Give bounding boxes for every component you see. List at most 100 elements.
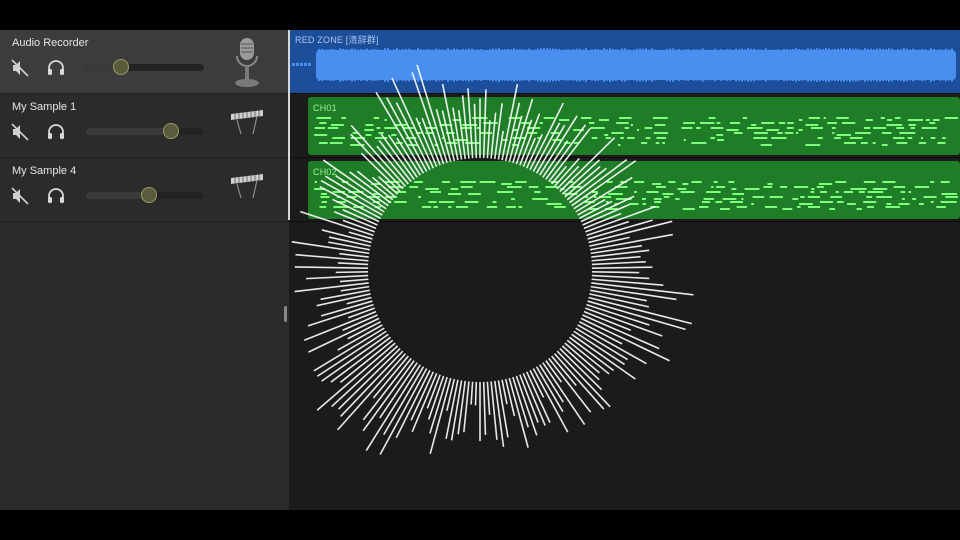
- volume-slider[interactable]: [86, 59, 204, 75]
- midi-note: [677, 188, 687, 190]
- waveform-sample: [903, 48, 905, 82]
- midi-note: [940, 201, 957, 203]
- midi-note: [614, 186, 628, 188]
- waveform-sample: [870, 48, 872, 82]
- waveform-sample: [327, 49, 329, 81]
- midi-note: [710, 137, 715, 139]
- waveform-sample: [930, 48, 932, 82]
- midi-note: [811, 127, 823, 129]
- waveform-sample: [657, 49, 659, 81]
- midi-note: [461, 127, 473, 129]
- midi-note: [591, 191, 599, 193]
- headphones-icon[interactable]: [46, 186, 66, 206]
- track-header-my-sample-1[interactable]: My Sample 1: [0, 94, 289, 158]
- waveform-sample: [450, 49, 452, 81]
- midi-note: [513, 129, 517, 131]
- waveform-sample: [378, 49, 380, 81]
- waveform-sample: [915, 49, 917, 81]
- midi-note: [341, 181, 349, 183]
- midi-note: [699, 206, 709, 208]
- audio-region[interactable]: [290, 30, 960, 94]
- midi-region-ch02[interactable]: CH02: [308, 161, 960, 219]
- midi-note: [733, 132, 743, 134]
- midi-note: [441, 137, 444, 139]
- waveform-sample: [615, 49, 617, 81]
- midi-note: [348, 191, 364, 193]
- midi-note: [413, 181, 423, 183]
- midi-note: [800, 196, 805, 198]
- midi-note: [545, 186, 559, 188]
- midi-note: [332, 137, 346, 139]
- midi-note: [818, 183, 833, 185]
- waveform-sample: [420, 49, 422, 81]
- midi-note: [365, 124, 374, 126]
- midi-note: [438, 201, 455, 203]
- waveform-sample: [513, 48, 515, 82]
- midi-note: [720, 208, 730, 210]
- waveform-sample: [564, 49, 566, 81]
- waveform-sample: [531, 49, 533, 81]
- midi-note: [455, 206, 468, 208]
- waveform-sample: [549, 48, 551, 82]
- midi-note: [559, 119, 570, 121]
- midi-note: [860, 142, 868, 144]
- volume-slider[interactable]: [86, 187, 204, 203]
- midi-note: [620, 181, 627, 183]
- midi-note: [767, 183, 773, 185]
- track-header-audio-recorder[interactable]: Audio Recorder: [0, 30, 289, 94]
- midi-note: [744, 188, 760, 190]
- midi-note: [365, 134, 372, 136]
- volume-knob[interactable]: [113, 59, 130, 75]
- midi-note: [722, 198, 737, 200]
- midi-note: [314, 181, 318, 183]
- waveform-sample: [645, 48, 647, 82]
- midi-note: [428, 201, 437, 203]
- waveform-sample: [492, 48, 494, 82]
- waveform-sample: [606, 49, 608, 81]
- midi-note: [866, 196, 873, 198]
- midi-note: [384, 119, 387, 121]
- midi-note: [352, 132, 359, 134]
- midi-note: [843, 142, 856, 144]
- midi-note: [896, 142, 908, 144]
- midi-note: [378, 132, 384, 134]
- midi-note: [898, 203, 910, 205]
- headphones-icon[interactable]: [46, 58, 66, 78]
- midi-note: [373, 117, 380, 119]
- midi-note: [711, 186, 714, 188]
- midi-note: [465, 142, 481, 144]
- waveform-sample: [540, 48, 542, 82]
- waveform-sample: [828, 48, 830, 82]
- midi-note: [752, 196, 765, 198]
- midi-note: [811, 188, 815, 190]
- volume-knob[interactable]: [140, 187, 157, 203]
- track-header-my-sample-4[interactable]: My Sample 4: [0, 158, 289, 222]
- speaker-muted-icon[interactable]: [10, 186, 30, 206]
- midi-note: [486, 206, 498, 208]
- midi-note: [350, 137, 365, 139]
- volume-knob[interactable]: [162, 123, 179, 139]
- midi-note: [391, 134, 397, 136]
- waveform-sample: [636, 48, 638, 82]
- track-name: My Sample 4: [12, 165, 77, 177]
- midi-note: [715, 201, 723, 203]
- midi-note: [654, 124, 666, 126]
- volume-slider[interactable]: [86, 123, 204, 139]
- volume-fill: [86, 192, 149, 199]
- waveform-sample: [906, 48, 908, 82]
- midi-note: [441, 181, 451, 183]
- midi-note: [920, 137, 923, 139]
- speaker-muted-icon[interactable]: [10, 122, 30, 142]
- midi-note: [425, 188, 439, 190]
- panel-resize-handle[interactable]: [284, 306, 287, 322]
- waveform-sample: [849, 48, 851, 82]
- speaker-muted-icon[interactable]: [10, 58, 30, 78]
- midi-note: [630, 124, 634, 126]
- waveform-sample: [939, 49, 941, 81]
- waveform-sample: [477, 49, 479, 81]
- midi-region-ch01[interactable]: CH01: [308, 97, 960, 155]
- headphones-icon[interactable]: [46, 122, 66, 142]
- midi-note: [439, 124, 453, 126]
- waveform-sample: [363, 49, 365, 81]
- waveform-sample: [408, 48, 410, 82]
